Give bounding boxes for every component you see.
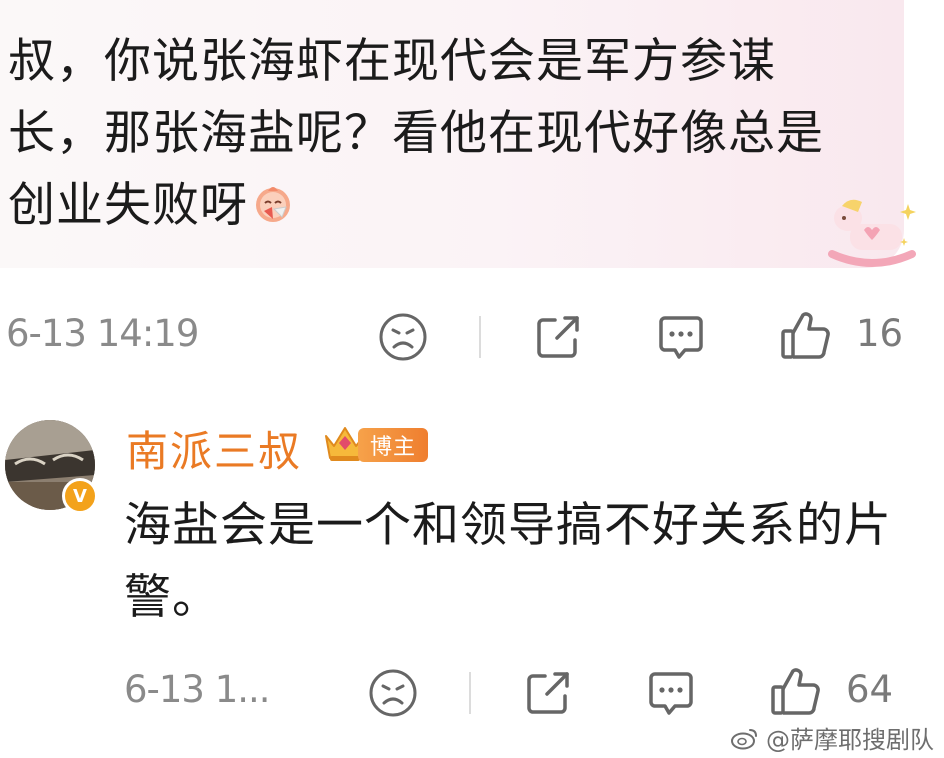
reply-comment-button[interactable] (644, 666, 698, 720)
comment-dislike-button[interactable] (376, 310, 430, 364)
reply-share-button[interactable] (521, 666, 575, 720)
reply-username[interactable]: 南派三叔 (126, 418, 302, 479)
verified-badge-icon: V (62, 478, 98, 514)
comment-text-content: 叔，你说张海虾在现代会是军方参谋长，那张海盐呢？看他在现代好像总是创业失败呀 (8, 34, 824, 233)
comment-like-count: 16 (856, 312, 904, 355)
reply-timestamp: 6-13 1... (124, 668, 271, 711)
reply-text: 海盐会是一个和领导搞不好关系的片警。 (124, 498, 892, 625)
author-tag-badge: 博主 (358, 428, 428, 462)
frown-face-icon (379, 313, 427, 361)
comment-timestamp: 6-13 14:19 (6, 312, 199, 355)
laughing-chick-emoji-icon (256, 187, 290, 222)
reply-dislike-button[interactable] (366, 666, 420, 720)
watermark-text: @萨摩耶搜剧队 (766, 726, 934, 754)
comment-share-button[interactable] (531, 310, 585, 364)
comment-text: 叔，你说张海虾在现代会是军方参谋长，那张海盐呢？看他在现代好像总是创业失败呀 (8, 26, 848, 242)
reply-like-button[interactable] (768, 664, 824, 720)
comment-bubble: 叔，你说张海虾在现代会是军方参谋长，那张海盐呢？看他在现代好像总是创业失败呀 (0, 0, 916, 268)
share-icon (527, 672, 569, 714)
comment-meta-row: 6-13 14:19 16 (0, 306, 944, 366)
weibo-logo-icon (731, 728, 757, 749)
thumbs-up-icon (781, 312, 830, 359)
action-divider (479, 316, 481, 358)
share-icon (537, 316, 579, 358)
frown-face-icon (369, 669, 417, 717)
reply-meta-row: 6-13 1... 64 (0, 662, 944, 722)
comment-like-button[interactable] (778, 308, 834, 364)
reply-like-count: 64 (846, 668, 894, 711)
comment-icon (659, 316, 703, 359)
rocking-horse-sticker-icon (828, 199, 916, 267)
watermark: @萨摩耶搜剧队 (730, 720, 934, 755)
action-divider (469, 672, 471, 714)
comment-icon (649, 672, 693, 715)
thumbs-up-icon (771, 668, 820, 715)
comment-reply-button[interactable] (654, 310, 708, 364)
